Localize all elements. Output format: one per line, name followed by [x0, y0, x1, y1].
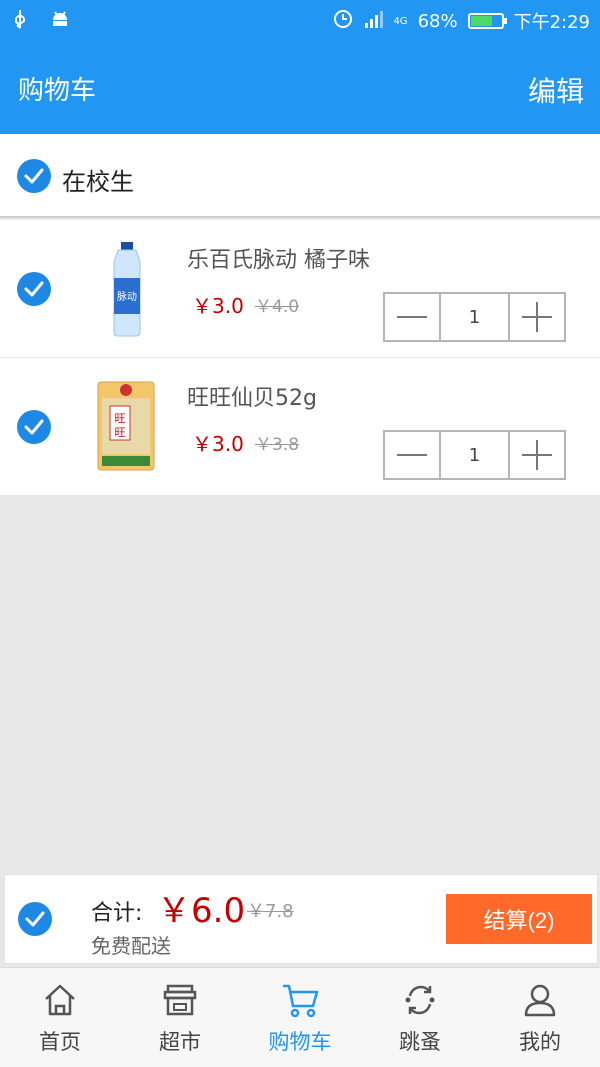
cart-item: 旺 旺 旺旺仙贝52g ￥3.0 ￥3.8 1	[0, 358, 600, 495]
decrease-button[interactable]	[385, 432, 439, 478]
bottom-nav: 首页 超市 购物车 跳蚤 我的	[0, 967, 600, 1067]
checkout-bar: 合计: ￥6.0 ￥7.8 免费配送 结算(2)	[4, 874, 598, 964]
quantity-value[interactable]: 1	[439, 294, 510, 340]
item-select-checkbox[interactable]	[17, 410, 51, 444]
product-image-snack[interactable]: 旺 旺	[92, 376, 162, 476]
store-name: 在校生	[62, 168, 134, 196]
nav-tab-home[interactable]: 首页	[0, 968, 120, 1067]
edit-button[interactable]: 编辑	[528, 70, 584, 110]
cart-item: 脉动 乐百氏脉动 橘子味 ￥3.0 ￥4.0 1	[0, 220, 600, 357]
nav-label: 首页	[39, 1030, 81, 1054]
quantity-value[interactable]: 1	[439, 432, 510, 478]
svg-text:脉动: 脉动	[117, 290, 137, 303]
nav-tab-store[interactable]: 超市	[120, 968, 240, 1067]
app-bar: 购物车 编辑	[0, 42, 600, 134]
decrease-button[interactable]	[385, 294, 439, 340]
user-icon	[522, 982, 558, 1022]
nav-tab-cart[interactable]: 购物车	[240, 968, 360, 1067]
exchange-icon	[402, 982, 438, 1022]
item-price: ￥3.0	[192, 294, 244, 318]
store-select-checkbox[interactable]	[17, 159, 51, 193]
nav-label: 我的	[519, 1030, 561, 1054]
nav-label: 跳蚤	[399, 1030, 441, 1054]
usb-icon	[12, 9, 32, 31]
nav-label: 超市	[159, 1030, 201, 1054]
battery-icon	[467, 13, 507, 29]
nav-tab-flea[interactable]: 跳蚤	[360, 968, 480, 1067]
network-4g-icon: 4G	[393, 15, 408, 27]
quantity-stepper: 1	[383, 430, 566, 480]
item-original-price: ￥3.8	[255, 435, 300, 455]
store-header: 在校生	[0, 134, 600, 218]
status-bar: 4G 68% 下午2:29	[0, 0, 600, 42]
total-label: 合计:	[91, 901, 143, 926]
store-icon	[162, 982, 198, 1022]
item-name: 乐百氏脉动 橘子味	[187, 248, 370, 273]
svg-text:旺: 旺	[115, 426, 126, 439]
item-name: 旺旺仙贝52g	[187, 386, 317, 411]
clock-icon	[333, 9, 353, 34]
checkout-button[interactable]: 结算(2)	[446, 894, 592, 944]
quantity-stepper: 1	[383, 292, 566, 342]
page-title: 购物车	[18, 76, 97, 106]
item-price: ￥3.0	[192, 432, 244, 456]
status-time: 下午2:29	[513, 12, 590, 33]
item-original-price: ￥4.0	[255, 297, 300, 317]
item-select-checkbox[interactable]	[17, 272, 51, 306]
increase-button[interactable]	[510, 294, 564, 340]
total-price: ￥6.0	[157, 891, 246, 931]
battery-percent: 68%	[417, 10, 458, 32]
android-icon	[50, 9, 70, 31]
home-icon	[42, 982, 78, 1022]
total-original-price: ￥7.8	[247, 901, 294, 922]
product-image-bottle[interactable]: 脉动	[92, 238, 162, 338]
nav-label: 购物车	[268, 1030, 332, 1054]
signal-icon	[363, 9, 384, 34]
delivery-note: 免费配送	[91, 934, 171, 958]
nav-tab-profile[interactable]: 我的	[480, 968, 600, 1067]
increase-button[interactable]	[510, 432, 564, 478]
select-all-checkbox[interactable]	[18, 902, 52, 936]
svg-text:旺: 旺	[115, 412, 126, 425]
cart-icon	[281, 982, 319, 1022]
